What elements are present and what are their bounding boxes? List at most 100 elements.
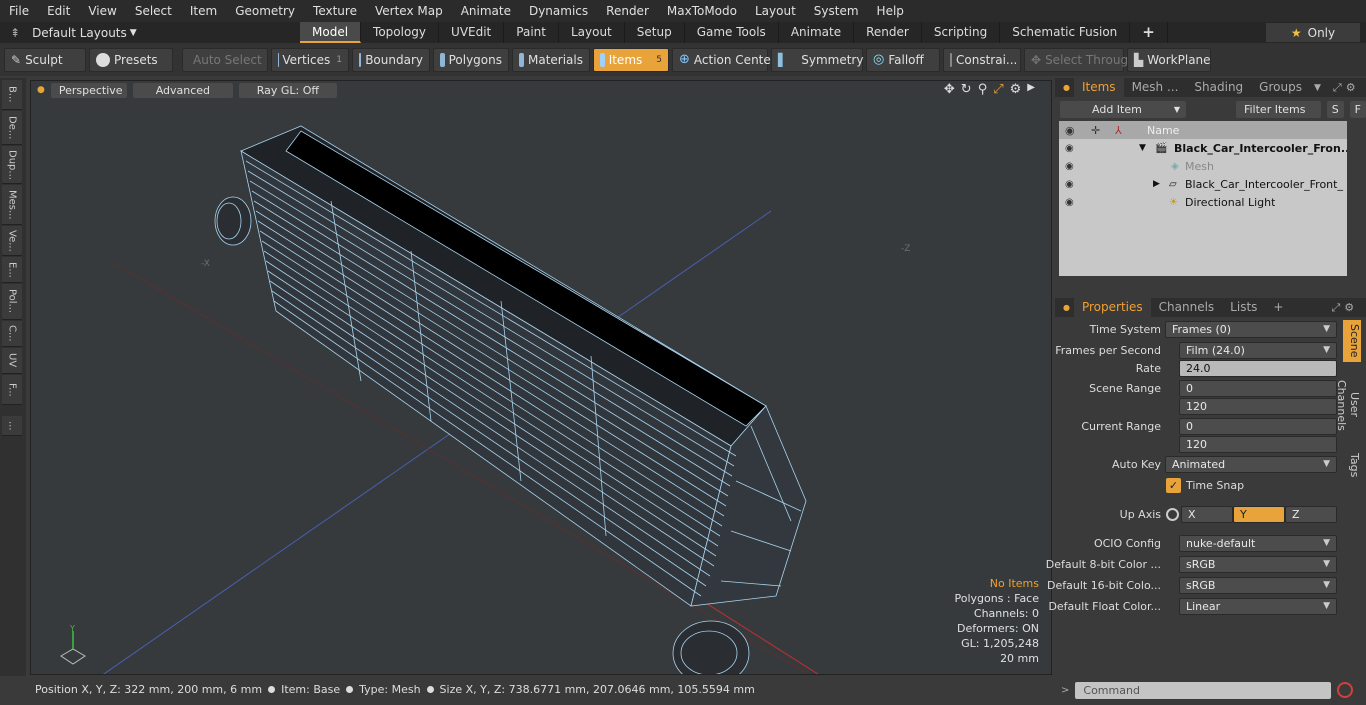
auto-select-button[interactable]: Auto Select [182,47,268,72]
sculpt-button[interactable]: ✎ Sculpt [4,47,86,72]
menu-layout[interactable]: Layout [746,4,805,18]
add-tab-button[interactable]: + [1265,298,1291,317]
side-tab-user-channels[interactable]: User Channels [1335,366,1361,444]
name-header[interactable]: Name [1147,124,1179,137]
rate-input[interactable]: 24.0 [1179,360,1337,377]
fps-dropdown[interactable]: Film (24.0) ▼ [1179,342,1337,359]
falloff-button[interactable]: ◎ Falloff [866,47,940,72]
constraints-button[interactable]: Constrai... [943,47,1021,72]
vertices-button[interactable]: Vertices 1 [271,47,349,72]
tab-mesh[interactable]: Mesh ... [1124,78,1187,97]
left-tab-fusion[interactable]: F... [2,375,22,405]
gear-icon[interactable]: ⚙ [1346,81,1356,94]
symmetry-button[interactable]: ▌ Symmetry [771,47,863,72]
up-axis-y[interactable]: Y [1233,506,1285,523]
left-tab-vertex[interactable]: Ve... [2,226,22,256]
move-icon[interactable]: ✥ [944,82,955,97]
time-snap-checkbox[interactable]: ✓ [1166,478,1181,493]
only-button[interactable]: ★ Only [1266,23,1360,42]
expand-arrow-icon[interactable]: ▶ [1153,179,1160,189]
current-range-end[interactable]: 120 [1179,436,1337,453]
current-range-start[interactable]: 0 [1179,418,1337,435]
eye-icon[interactable]: ◉ [1065,161,1074,172]
presets-button[interactable]: Presets [89,47,173,72]
left-tab-polygon[interactable]: Pol... [2,284,22,320]
menu-select[interactable]: Select [126,4,181,18]
left-tab-curve[interactable]: C... [2,321,22,347]
left-tab-mesh[interactable]: Mes... [2,185,22,225]
menu-render[interactable]: Render [597,4,658,18]
fit-icon[interactable]: ⤢ [993,82,1003,97]
command-input[interactable]: Command [1075,681,1332,699]
zoom-icon[interactable]: ⚲ [978,82,988,97]
color-8bit-dropdown[interactable]: sRGB ▼ [1179,556,1337,573]
workplane-button[interactable]: ▙ WorkPlane [1127,47,1211,72]
up-axis-x[interactable]: X [1181,506,1233,523]
eye-icon[interactable]: ◉ [1065,179,1074,190]
expand-arrow-icon[interactable]: ▼ [1139,143,1146,153]
left-tab-edge[interactable]: E... [2,257,22,283]
tab-items[interactable]: Items [1073,78,1124,97]
gear-icon[interactable]: ⚙ [1010,82,1022,97]
menu-vertex-map[interactable]: Vertex Map [366,4,452,18]
add-tab-button[interactable]: + [1130,22,1168,43]
tab-scripting[interactable]: Scripting [922,22,1001,43]
materials-button[interactable]: Materials [512,47,590,72]
tab-schematic-fusion[interactable]: Schematic Fusion [1000,22,1131,43]
tab-lists[interactable]: Lists [1222,298,1265,317]
polygons-button[interactable]: Polygons [433,47,509,72]
expand-icon[interactable]: ⤢ [1331,301,1340,315]
color-16bit-dropdown[interactable]: sRGB ▼ [1179,577,1337,594]
side-tab-tags[interactable]: Tags [1343,448,1361,482]
select-through-button[interactable]: ✥ Select Through [1024,47,1136,72]
left-tab-uv[interactable]: UV [2,348,22,374]
perspective-dropdown[interactable]: Perspective [50,82,127,98]
add-item-button[interactable]: Add Item ▼ [1060,100,1186,118]
tab-properties[interactable]: Properties [1073,298,1151,317]
menu-system[interactable]: System [805,4,868,18]
items-button[interactable]: Items 5 [593,47,669,72]
tree-row-scene[interactable]: ◉ ▼ 🎬 Black_Car_Intercooler_Fron... [1059,139,1347,157]
up-axis-radio[interactable] [1166,508,1179,521]
menu-texture[interactable]: Texture [304,4,366,18]
menu-dynamics[interactable]: Dynamics [520,4,597,18]
auto-key-dropdown[interactable]: Animated ▼ [1165,456,1337,473]
tab-animate[interactable]: Animate [779,22,855,43]
left-tab-more[interactable]: ... [2,416,22,436]
menu-edit[interactable]: Edit [38,4,79,18]
menu-item[interactable]: Item [181,4,226,18]
scene-range-end[interactable]: 120 [1179,398,1337,415]
tree-row-light[interactable]: ◉ ☀ Directional Light [1059,193,1347,211]
tab-groups[interactable]: Groups [1251,78,1310,97]
tab-paint[interactable]: Paint [504,22,559,43]
layouts-dropdown[interactable]: ⇞ Default Layouts ▼ [0,22,300,43]
tab-model[interactable]: Model [300,22,362,43]
3d-viewport[interactable]: -X -Z Y ● Perspective Advanced Ray GL: O… [30,80,1052,675]
eye-icon[interactable]: ◉ [1065,197,1074,208]
tree-row-mesh[interactable]: ◉ ◈ Mesh [1059,157,1347,175]
left-tab-basic[interactable]: B... [2,80,22,110]
s-button[interactable]: S [1326,100,1344,118]
menu-animate[interactable]: Animate [452,4,520,18]
filter-items-field[interactable]: Filter Items [1235,100,1321,118]
menu-maxtomodo[interactable]: MaxToModo [658,4,746,18]
chevron-down-icon[interactable]: ▼ [1314,83,1321,93]
f-button[interactable]: F [1349,100,1366,118]
tab-channels[interactable]: Channels [1151,298,1223,317]
menu-file[interactable]: File [0,4,38,18]
tab-shading[interactable]: Shading [1186,78,1251,97]
panel-menu-dot[interactable]: ● [1055,83,1074,92]
side-tab-scene[interactable]: Scene [1343,320,1361,362]
panel-menu-dot[interactable]: ● [1055,303,1074,312]
menu-view[interactable]: View [79,4,125,18]
tab-topology[interactable]: Topology [361,22,440,43]
tree-row-group[interactable]: ◉ ▶ ▱ Black_Car_Intercooler_Front_ ... [1059,175,1347,193]
expand-icon[interactable]: ▶ [1027,82,1035,97]
color-float-dropdown[interactable]: Linear ▼ [1179,598,1337,615]
advanced-dropdown[interactable]: Advanced [132,82,233,98]
tab-render[interactable]: Render [854,22,922,43]
action-center-button[interactable]: ⊕ Action Center [672,47,776,72]
left-tab-deform[interactable]: De... [2,111,22,145]
tab-uvedit[interactable]: UVEdit [439,22,505,43]
viewport-menu-dot[interactable]: ● [37,85,45,95]
